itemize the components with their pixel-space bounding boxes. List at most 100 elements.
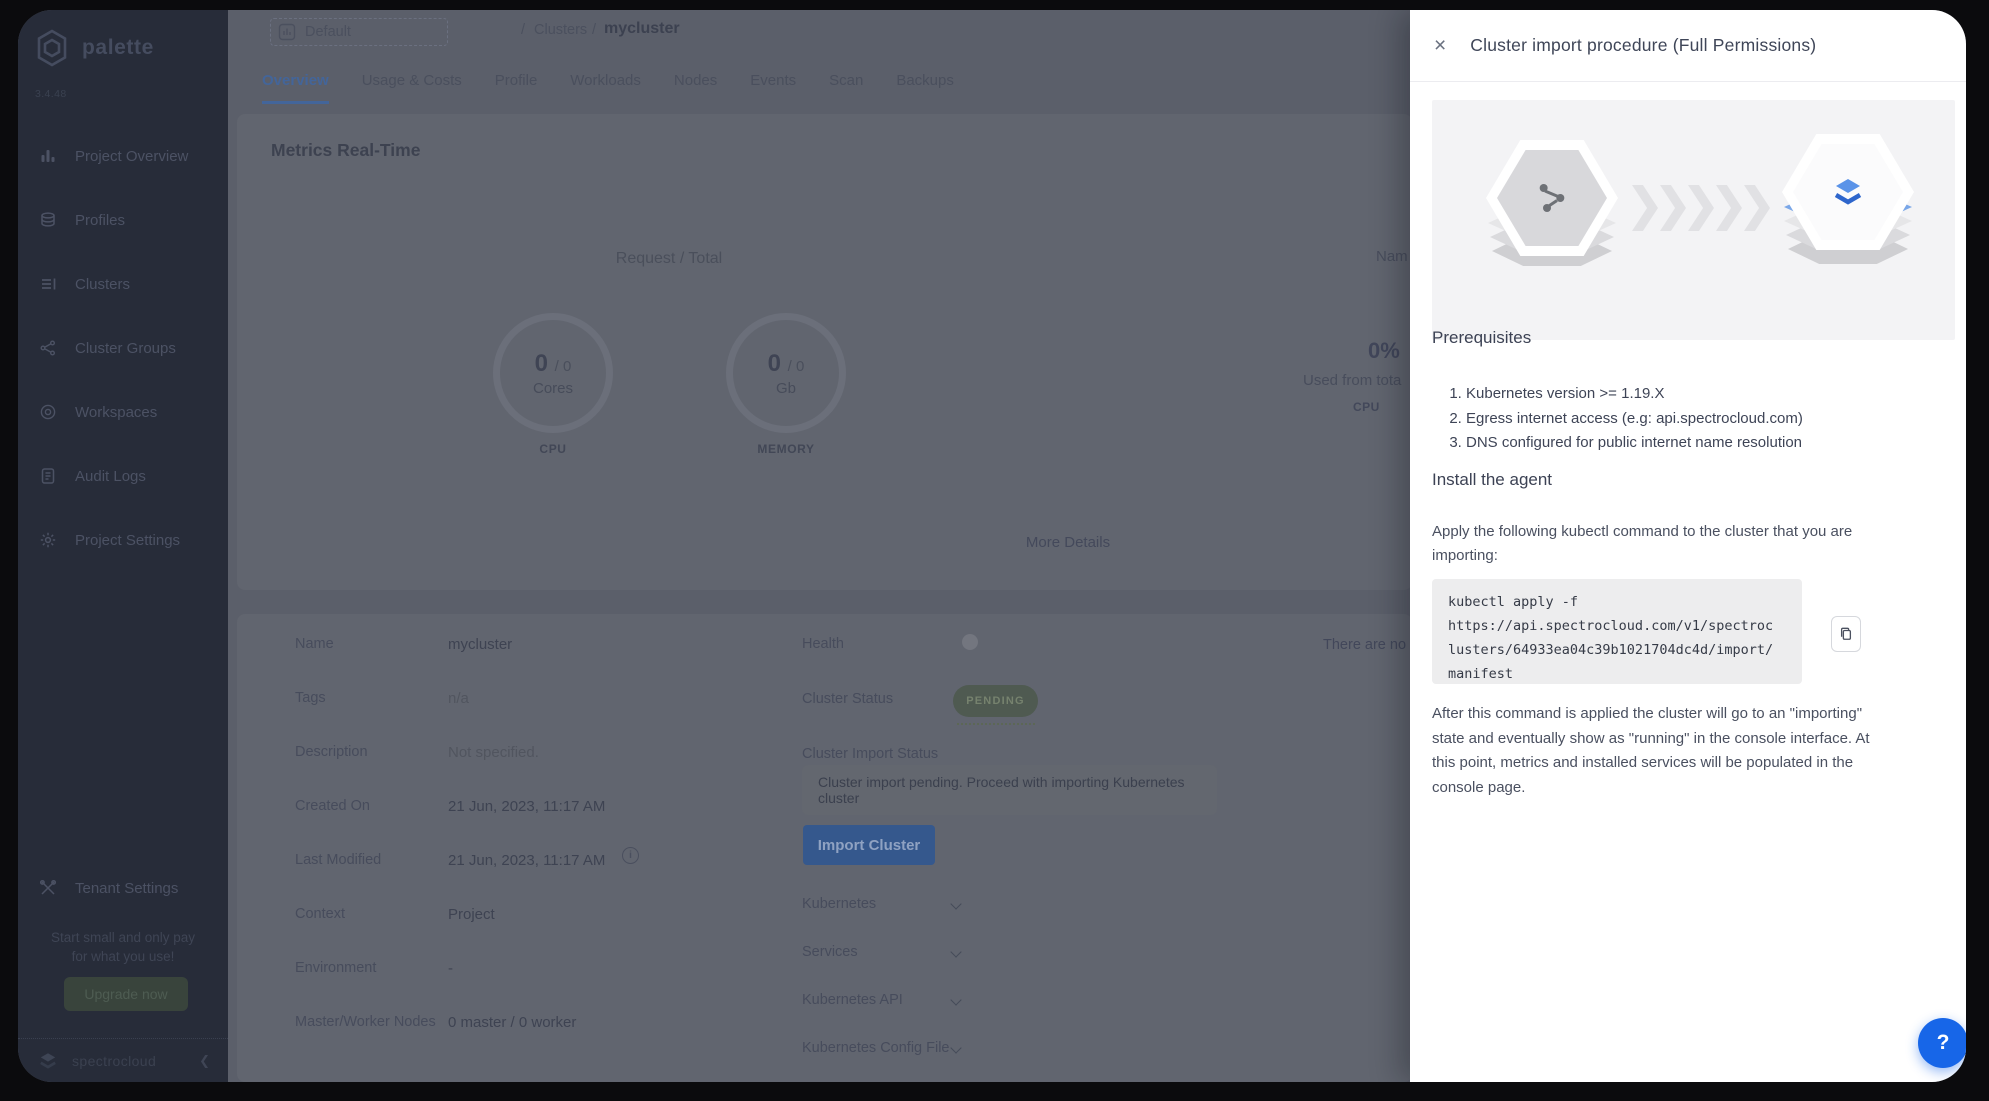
sidebar-item-label: Profiles: [75, 212, 125, 229]
prerequisite-item: DNS configured for public internet name …: [1466, 431, 1803, 456]
upgrade-now-button[interactable]: Upgrade now: [64, 977, 188, 1011]
project-selector[interactable]: Default: [270, 18, 448, 46]
sidebar-item-label: Project Settings: [75, 532, 180, 549]
source-cluster-icon: [1486, 140, 1618, 260]
tab[interactable]: Overview: [262, 72, 329, 104]
detail-row: Tags n/a: [295, 671, 695, 725]
brand-name: spectrocloud: [72, 1053, 187, 1069]
sidebar: palette 3.4.48 Project Overview Profiles: [18, 10, 228, 1082]
tab[interactable]: Usage & Costs: [362, 72, 462, 104]
sidebar-item-audit-logs[interactable]: Audit Logs: [18, 444, 228, 508]
cluster-status-label: Cluster Status: [802, 691, 893, 707]
tab[interactable]: Scan: [829, 72, 863, 104]
kubectl-command-code: kubectl apply -fhttps://api.spectrocloud…: [1432, 579, 1802, 684]
code-line: lusters/64933ea04c39b1021704dc4d/import/: [1448, 638, 1786, 662]
app-version: 3.4.48: [35, 88, 67, 100]
sidebar-item-label: Tenant Settings: [75, 880, 178, 897]
arrow-chevron: [1660, 185, 1686, 231]
sidebar-item-workspaces[interactable]: Workspaces: [18, 380, 228, 444]
bar-chart-icon: [38, 146, 58, 166]
list-icon: [38, 274, 58, 294]
breadcrumb-separator: /: [592, 22, 596, 38]
spectrocloud-blue-logo-icon: [1828, 172, 1868, 212]
chevron-down-icon: [950, 1042, 961, 1053]
detail-row: Environment -: [295, 941, 695, 995]
spectrocloud-logo-icon: [36, 1049, 60, 1073]
cluster-import-panel: × Cluster import procedure (Full Permiss…: [1410, 10, 1966, 1082]
prerequisites-list: Kubernetes version >= 1.19.XEgress inter…: [1432, 382, 1803, 456]
badge-underline: [957, 723, 1035, 725]
status-rows: Kubernetes Services Kubernetes API: [802, 880, 1102, 1072]
prerequisite-item: Kubernetes version >= 1.19.X: [1466, 382, 1803, 407]
sidebar-item-label: Cluster Groups: [75, 340, 176, 357]
gear-icon: [38, 530, 58, 550]
metrics-card: Metrics Real-Time Request / Total 0 / 0 …: [237, 114, 1410, 590]
detail-row: Master/Worker Nodes 0 master / 0 worker: [295, 995, 695, 1049]
code-line: https://api.spectrocloud.com/v1/spectroc: [1448, 614, 1786, 638]
after-command-note: After this command is applied the cluste…: [1432, 702, 1880, 800]
copy-icon: [1839, 627, 1853, 641]
app-window: palette 3.4.48 Project Overview Profiles: [18, 10, 1966, 1082]
metrics-subtitle: Request / Total: [616, 250, 722, 268]
arrow-chevron: [1632, 185, 1658, 231]
detail-row: Created On 21 Jun, 2023, 11:17 AM: [295, 779, 695, 833]
health-label: Health: [802, 636, 844, 652]
arrow-chevron: [1716, 185, 1742, 231]
arrow-chevron: [1744, 185, 1770, 231]
detail-row: Context Project: [295, 887, 695, 941]
prerequisite-item: Egress internet access (e.g: api.spectro…: [1466, 407, 1803, 432]
help-button[interactable]: ?: [1918, 1018, 1966, 1068]
upgrade-promo-text: Start small and only pay for what you us…: [18, 928, 228, 966]
tab[interactable]: Backups: [896, 72, 954, 104]
target-icon: [38, 402, 58, 422]
tab[interactable]: Workloads: [570, 72, 641, 104]
sidebar-item-label: Workspaces: [75, 404, 157, 421]
sidebar-nav: Project Overview Profiles Clusters: [18, 124, 228, 572]
close-icon[interactable]: ×: [1434, 35, 1446, 56]
palette-logo: palette: [32, 28, 154, 68]
panel-title: Cluster import procedure (Full Permissio…: [1470, 35, 1816, 56]
sidebar-item-tenant-settings[interactable]: Tenant Settings: [18, 856, 228, 920]
project-name: Default: [305, 24, 351, 40]
usage-percent: 0%: [1368, 338, 1400, 364]
sidebar-item-profiles[interactable]: Profiles: [18, 188, 228, 252]
layers-icon: [38, 210, 58, 230]
expandable-row[interactable]: Kubernetes Config File: [802, 1024, 1102, 1072]
expandable-row[interactable]: Services: [802, 928, 1102, 976]
main-content: Default / Clusters / mycluster Overview …: [228, 10, 1410, 1082]
cluster-import-status-label: Cluster Import Status: [802, 746, 938, 762]
copy-button[interactable]: [1831, 616, 1861, 652]
sidebar-item-project-overview[interactable]: Project Overview: [18, 124, 228, 188]
status-badge: PENDING: [953, 685, 1038, 717]
usage-metric: CPU: [1353, 400, 1380, 414]
sidebar-item-clusters[interactable]: Clusters: [18, 252, 228, 316]
cpu-donut: 0 / 0 Cores: [493, 313, 613, 433]
expandable-row[interactable]: Kubernetes: [802, 880, 1102, 928]
sidebar-item-label: Audit Logs: [75, 468, 146, 485]
palette-logo-icon: [32, 28, 72, 68]
palette-cluster-icon: [1782, 134, 1914, 254]
breadcrumb-current: mycluster: [604, 20, 680, 38]
cluster-details-card: Name mycluster Tags n/a Description Not …: [237, 614, 1410, 1082]
expandable-row[interactable]: Kubernetes API: [802, 976, 1102, 1024]
sidebar-item-project-settings[interactable]: Project Settings: [18, 508, 228, 572]
cpu-donut-caption: CPU: [539, 442, 566, 456]
chevron-down-icon: [950, 994, 961, 1005]
clipped-heading: Nam: [1376, 248, 1408, 265]
tab[interactable]: Nodes: [674, 72, 717, 104]
tools-icon: [38, 878, 58, 898]
brand-footer: spectrocloud ❮: [18, 1038, 228, 1082]
import-illustration: [1432, 100, 1955, 340]
more-details-link[interactable]: More Details: [1026, 534, 1110, 551]
breadcrumb-separator: /: [521, 22, 525, 38]
sidebar-item-cluster-groups[interactable]: Cluster Groups: [18, 316, 228, 380]
apply-instruction: Apply the following kubectl command to t…: [1432, 520, 1880, 567]
tab[interactable]: Events: [750, 72, 796, 104]
collapse-sidebar-icon[interactable]: ❮: [199, 1053, 210, 1069]
code-line: kubectl apply -f: [1448, 590, 1786, 614]
side-note-clipped: There are no: [1323, 637, 1406, 653]
import-cluster-button[interactable]: Import Cluster: [803, 825, 935, 865]
breadcrumb-clusters-link[interactable]: Clusters: [534, 22, 587, 38]
network-icon: [38, 338, 58, 358]
tab[interactable]: Profile: [495, 72, 538, 104]
